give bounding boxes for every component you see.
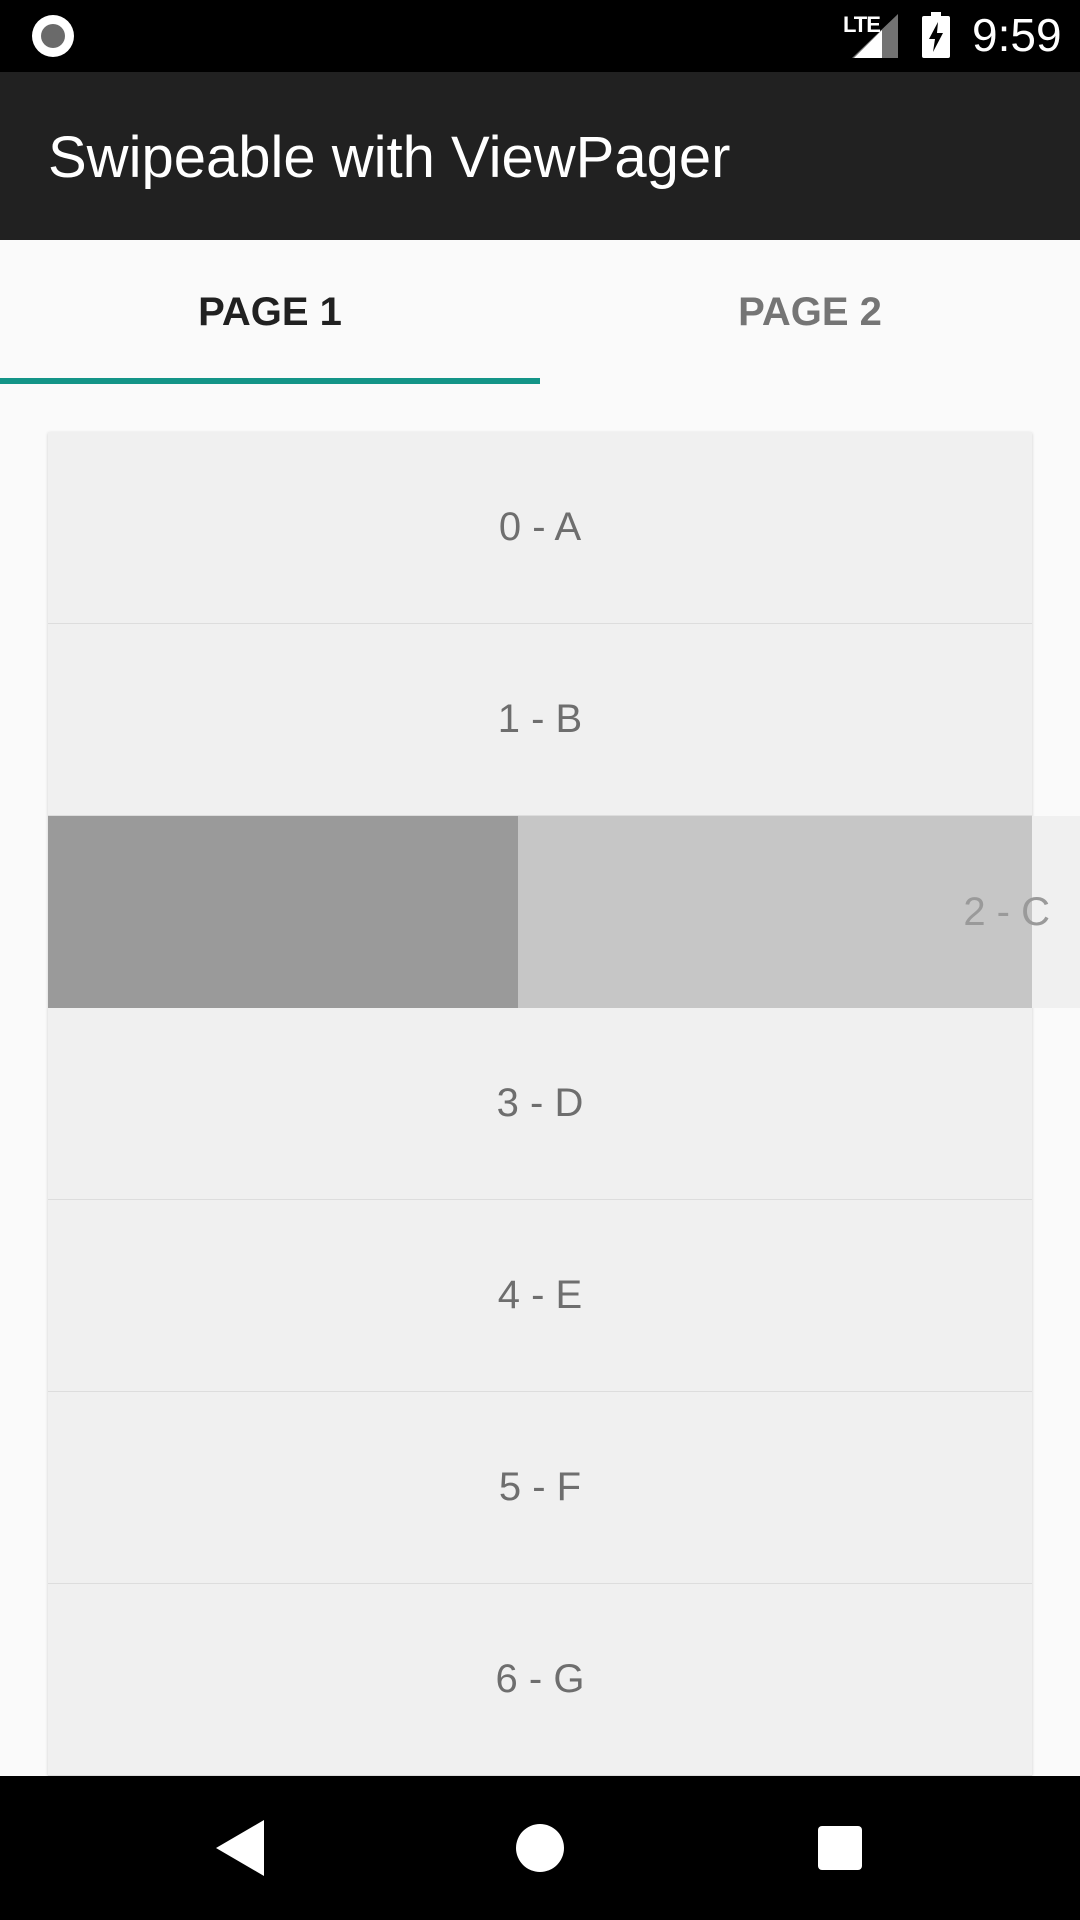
list-item[interactable]: 4 - E	[48, 1200, 1032, 1392]
navigation-bar	[0, 1776, 1080, 1920]
swiping-item-label: 2 - C	[963, 889, 1050, 934]
back-icon[interactable]	[216, 1820, 264, 1876]
screen-record-icon	[32, 15, 74, 57]
swiping-list-item[interactable]: 2 - C	[48, 816, 1080, 1008]
tab-page-2[interactable]: PAGE 2	[540, 240, 1080, 384]
status-clock: 9:59	[972, 9, 1062, 61]
tab-indicator	[0, 378, 540, 384]
list-item[interactable]: 3 - D	[48, 1008, 1032, 1200]
home-icon[interactable]	[516, 1824, 564, 1872]
battery-charging-icon	[922, 12, 950, 58]
list-item[interactable]: 5 - F	[48, 1392, 1032, 1584]
app-title: Swipeable with ViewPager	[48, 125, 731, 190]
signal-icon	[852, 14, 898, 58]
status-bar: LTE 9:59	[0, 0, 1080, 72]
list-item[interactable]: 1 - B	[48, 624, 1032, 816]
recents-icon[interactable]	[818, 1826, 862, 1870]
app-bar: Swipeable with ViewPager	[0, 72, 1080, 240]
swipeable-list[interactable]: 0 - A 1 - B 3 - D 4 - E 5 - F 6 - G	[48, 432, 1032, 1776]
tab-bar: PAGE 1 PAGE 2	[0, 240, 1080, 384]
tab-page-1[interactable]: PAGE 1	[0, 240, 540, 384]
list-item[interactable]: 6 - G	[48, 1584, 1032, 1776]
list-item[interactable]: 0 - A	[48, 432, 1032, 624]
